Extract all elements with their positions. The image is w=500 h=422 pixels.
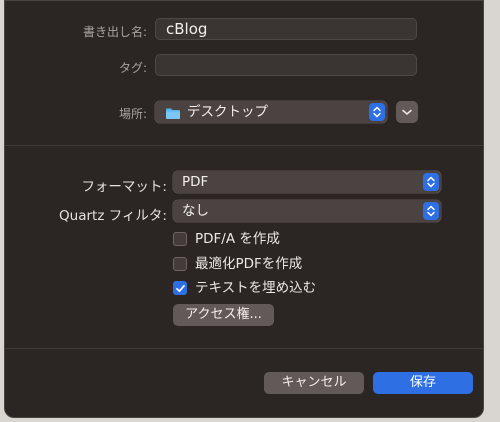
export-name-label: 書き出し名: xyxy=(82,25,147,39)
pdfa-label: PDF/A を作成 xyxy=(195,231,280,247)
checkmark-icon xyxy=(176,284,185,293)
access-button[interactable]: アクセス権... xyxy=(173,304,274,326)
location-value: デスクトップ xyxy=(187,104,268,120)
quartz-filter-popup[interactable]: なし xyxy=(173,200,441,222)
format-stepper-icon xyxy=(423,173,439,191)
format-popup[interactable]: PDF xyxy=(173,171,441,193)
embed-text-label: テキストを埋め込む xyxy=(195,280,317,296)
location-stepper-icon xyxy=(369,103,385,121)
save-dialog: 書き出し名: cBlog タグ: 場所: デスクトップ フォーマット: PDF … xyxy=(4,0,484,418)
tags-field[interactable] xyxy=(155,54,417,76)
optimized-pdf-checkbox[interactable] xyxy=(173,257,187,271)
save-button[interactable]: 保存 xyxy=(373,372,473,394)
location-popup[interactable]: デスクトップ xyxy=(155,101,387,123)
chevron-down-icon xyxy=(402,109,412,115)
embed-text-checkbox[interactable] xyxy=(173,281,187,295)
optimized-pdf-label: 最適化PDFを作成 xyxy=(195,256,303,272)
folder-icon xyxy=(165,105,181,127)
quartz-filter-value: なし xyxy=(182,203,209,219)
separator xyxy=(5,145,483,146)
tags-label: タグ: xyxy=(118,61,147,75)
format-value: PDF xyxy=(182,174,209,190)
export-name-field[interactable]: cBlog xyxy=(155,18,417,40)
pdfa-checkbox[interactable] xyxy=(173,232,187,246)
cancel-button[interactable]: キャンセル xyxy=(264,372,364,394)
format-label: フォーマット: xyxy=(81,179,167,195)
expand-button[interactable] xyxy=(396,101,418,123)
quartz-stepper-icon xyxy=(423,202,439,220)
quartz-filter-label: Quartz フィルタ: xyxy=(59,208,167,224)
location-label: 場所: xyxy=(118,107,147,121)
separator xyxy=(5,348,483,349)
